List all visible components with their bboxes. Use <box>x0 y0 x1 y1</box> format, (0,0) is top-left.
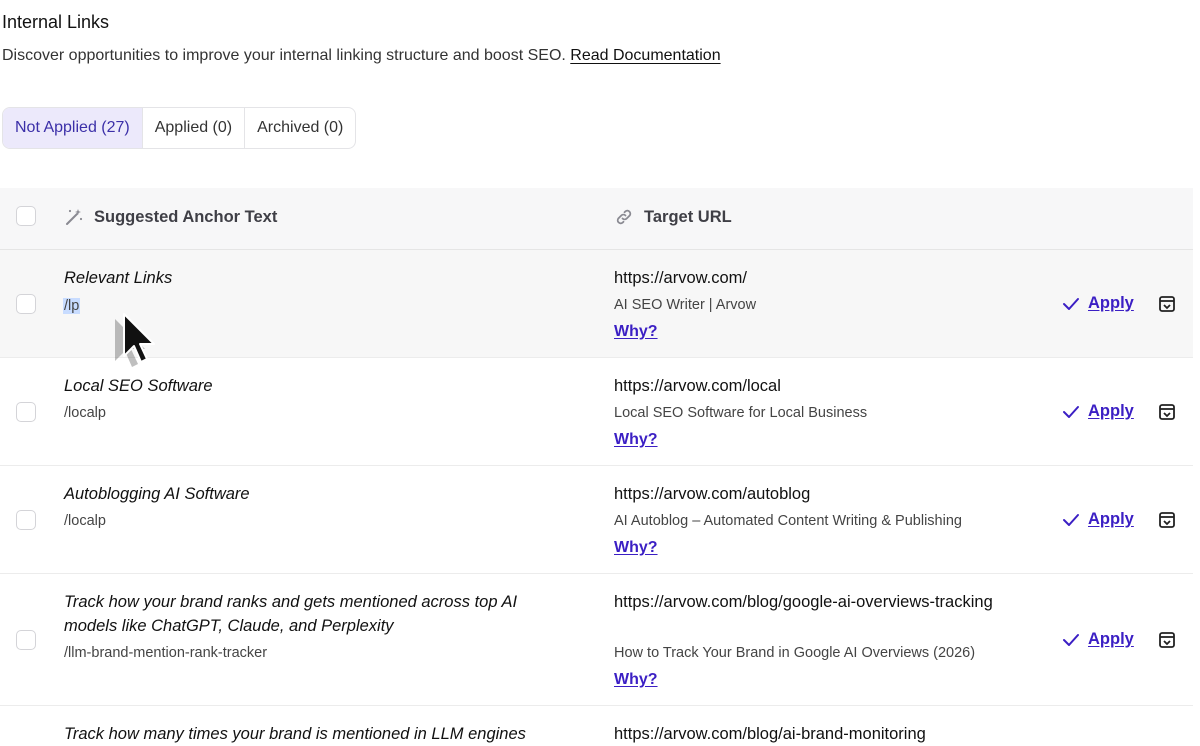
target-page-title: AI Autoblog – Automated Content Writing … <box>614 513 962 529</box>
why-link[interactable]: Why? <box>614 323 658 341</box>
apply-label: Apply <box>1088 402 1134 420</box>
tab-applied[interactable]: Applied (0) <box>143 108 246 148</box>
anchor-text: Local SEO Software <box>64 377 213 395</box>
apply-label: Apply <box>1088 630 1134 648</box>
magic-wand-icon <box>66 209 83 225</box>
tab-not-applied[interactable]: Not Applied (27) <box>3 108 143 148</box>
target-page-title: Local SEO Software for Local Business <box>614 405 868 421</box>
table-row[interactable]: Local SEO Software /localp https://arvow… <box>0 358 1193 466</box>
archive-icon[interactable] <box>1158 295 1176 313</box>
row-checkbox[interactable] <box>16 630 36 650</box>
mouse-cursor-icon <box>115 313 155 367</box>
links-table: Suggested Anchor Text Target URL Relevan… <box>0 188 1193 746</box>
apply-button[interactable]: Apply <box>1062 630 1134 649</box>
target-url: https://arvow.com/local <box>614 377 781 395</box>
archive-icon[interactable] <box>1158 631 1176 649</box>
archive-icon[interactable] <box>1158 511 1176 529</box>
select-all-checkbox[interactable] <box>16 206 36 226</box>
link-icon <box>616 209 632 225</box>
apply-label: Apply <box>1088 510 1134 528</box>
source-slug: /localp <box>64 405 106 421</box>
table-row[interactable]: Track how many times your brand is menti… <box>0 706 1193 746</box>
source-slug: /lp <box>63 298 81 314</box>
read-documentation-link[interactable]: Read Documentation <box>570 47 720 64</box>
status-tabs: Not Applied (27) Applied (0) Archived (0… <box>2 107 357 149</box>
check-icon <box>1063 405 1079 418</box>
url-column-header: Target URL <box>644 208 732 226</box>
target-page-title: AI SEO Writer | Arvow <box>614 297 757 313</box>
table-header: Suggested Anchor Text Target URL <box>0 188 1193 250</box>
apply-button[interactable]: Apply <box>1062 294 1134 313</box>
anchor-text: Autoblogging AI Software <box>64 485 250 503</box>
anchor-text: Relevant Links <box>64 269 173 287</box>
row-checkbox[interactable] <box>16 402 36 422</box>
row-checkbox[interactable] <box>16 510 36 530</box>
table-row[interactable]: Track how your brand ranks and gets ment… <box>0 574 1193 706</box>
target-page-title: How to Track Your Brand in Google AI Ove… <box>614 645 976 661</box>
archive-icon[interactable] <box>1158 403 1176 421</box>
target-url: https://arvow.com/blog/google-ai-overvie… <box>614 593 993 611</box>
check-icon <box>1063 513 1079 526</box>
source-slug: /localp <box>64 513 106 529</box>
page-title: Internal Links <box>2 12 110 32</box>
page-subtitle: Discover opportunities to improve your i… <box>2 47 721 65</box>
target-url: https://arvow.com/autoblog <box>614 485 811 503</box>
tab-archived[interactable]: Archived (0) <box>245 108 355 148</box>
why-link[interactable]: Why? <box>614 431 658 449</box>
target-url: https://arvow.com/blog/ai-brand-monitori… <box>614 725 926 743</box>
apply-button[interactable]: Apply <box>1062 510 1134 529</box>
table-row[interactable]: Autoblogging AI Software /localp https:/… <box>0 466 1193 574</box>
table-row[interactable]: Relevant Links /lp https://arvow.com/ AI… <box>0 250 1193 358</box>
check-icon <box>1063 633 1079 646</box>
why-link[interactable]: Why? <box>614 539 658 557</box>
anchor-text: Track how your brand ranks and gets ment… <box>64 593 518 635</box>
why-link[interactable]: Why? <box>614 671 658 689</box>
apply-label: Apply <box>1088 294 1134 312</box>
check-icon <box>1063 297 1079 310</box>
anchor-text: Track how many times your brand is menti… <box>64 725 526 743</box>
subtitle-text: Discover opportunities to improve your i… <box>2 47 566 64</box>
target-url: https://arvow.com/ <box>614 269 747 287</box>
source-slug: /llm-brand-mention-rank-tracker <box>64 645 268 661</box>
row-checkbox[interactable] <box>16 294 36 314</box>
anchor-column-header: Suggested Anchor Text <box>94 208 278 226</box>
apply-button[interactable]: Apply <box>1062 402 1134 421</box>
